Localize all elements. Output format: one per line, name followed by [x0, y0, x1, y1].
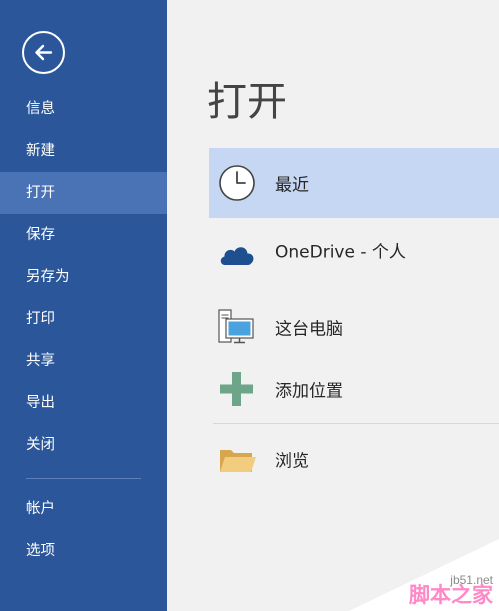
nav-item-options[interactable]: 选项 [0, 530, 167, 572]
nav-item-print[interactable]: 打印 [0, 298, 167, 340]
watermark-name: 脚本之家 [409, 583, 493, 607]
location-browse[interactable]: 浏览 [209, 424, 499, 494]
plus-icon [220, 372, 253, 406]
location-this-pc[interactable]: 这台电脑 [209, 292, 499, 362]
location-label: 这台电脑 [275, 319, 343, 340]
nav-item-save-as[interactable]: 另存为 [0, 256, 167, 298]
nav-item-info[interactable]: 信息 [0, 88, 167, 130]
computer-icon [218, 309, 254, 344]
location-label: 浏览 [275, 451, 309, 472]
location-add-place[interactable]: 添加位置 [209, 354, 499, 424]
nav-item-export[interactable]: 导出 [0, 382, 167, 424]
location-onedrive[interactable]: OneDrive - 个人 [209, 220, 499, 290]
nav-item-close[interactable]: 关闭 [0, 424, 167, 466]
location-recent[interactable]: 最近 [209, 148, 499, 218]
page-title: 打开 [207, 79, 287, 125]
nav-item-open[interactable]: 打开 [0, 172, 167, 214]
back-button[interactable] [22, 31, 65, 74]
cloud-icon [220, 247, 254, 265]
nav-item-share[interactable]: 共享 [0, 340, 167, 382]
nav-item-new[interactable]: 新建 [0, 130, 167, 172]
nav-item-account[interactable]: 帐户 [0, 488, 167, 530]
back-arrow-icon [35, 44, 53, 61]
nav-item-save[interactable]: 保存 [0, 214, 167, 256]
location-label: 最近 [275, 175, 309, 196]
location-label: 添加位置 [275, 381, 343, 402]
folder-icon [220, 450, 256, 472]
sidebar-divider [26, 478, 141, 479]
clock-icon [219, 165, 255, 201]
sidebar: 信息 新建 打开 保存 另存为 打印 共享 导出 关闭 帐户 选项 [0, 0, 167, 611]
location-label: OneDrive - 个人 [275, 242, 406, 263]
